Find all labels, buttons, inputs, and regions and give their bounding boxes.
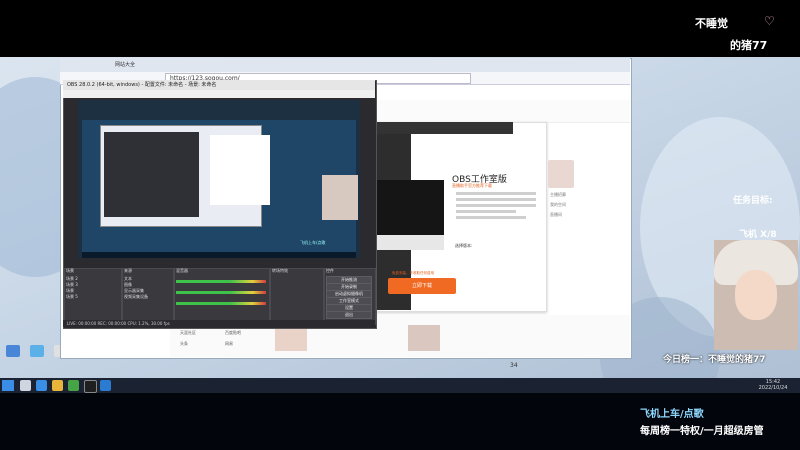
clock-date: 2022/10/24 <box>758 385 788 391</box>
source-item[interactable]: 图像 <box>124 282 132 287</box>
audio-meter <box>176 302 266 305</box>
bottom-caption: 飞机上车/点歌 <box>640 409 704 420</box>
text-line <box>456 210 516 213</box>
obs-title-bar: OBS 28.0.2 (64-bit, windows) - 配置文件: 未命名… <box>63 80 375 90</box>
scenes-header: 场景 <box>66 268 74 273</box>
side-link[interactable]: 主播招募 <box>550 192 566 198</box>
bottom-caption: 每周榜一特权/一月超级房管 <box>640 426 764 437</box>
task-value: 飞机 X/8 <box>739 230 777 240</box>
desktop-icon[interactable] <box>30 345 44 357</box>
windows-start-icon[interactable] <box>2 380 14 391</box>
bottom-link[interactable]: 网易 <box>225 341 233 347</box>
bottom-link[interactable]: 天涯社区 <box>180 330 196 336</box>
nested-dialog <box>210 135 270 205</box>
mixer-dock <box>174 268 270 325</box>
source-item[interactable]: 文本 <box>124 276 132 281</box>
source-item[interactable]: 视频采集设备 <box>124 294 148 299</box>
text-line <box>456 192 536 195</box>
side-number: 34 <box>510 362 518 369</box>
audio-meter <box>176 280 266 283</box>
text-line <box>456 198 536 201</box>
transitions-header: 转场特效 <box>272 268 288 273</box>
rank-text: 今日榜一：不睡觉的猪77 <box>663 355 766 365</box>
preview-taskbar <box>82 252 356 258</box>
thumbnail-image[interactable] <box>408 325 440 351</box>
bottom-link[interactable]: 头条 <box>180 341 188 347</box>
exit-button[interactable]: 退出 <box>326 311 372 319</box>
folder-icon[interactable] <box>52 380 63 391</box>
search-icon[interactable] <box>20 380 31 391</box>
bottom-link[interactable]: 百度贴吧 <box>225 330 241 336</box>
source-item[interactable]: 显示器采集 <box>124 288 144 293</box>
sources-header: 来源 <box>124 268 132 273</box>
nested-obs <box>104 132 199 217</box>
scene-item[interactable]: 场景 5 <box>66 294 78 299</box>
dialog-subtitle: 直播助手官方推荐下载 <box>452 183 492 188</box>
app-icon[interactable] <box>68 380 79 391</box>
obs-window-title: OBS 28.0.2 (64-bit, windows) - 配置文件: 未命名… <box>67 82 217 88</box>
stream-title-art: 的猪77 <box>730 39 768 52</box>
obs-status-bar: LIVE: 00:00:00 REC: 00:00:00 CPU: 1.2%, … <box>63 320 375 327</box>
stream-top-bar <box>0 0 800 57</box>
side-link[interactable]: 直播间 <box>550 212 562 218</box>
app-icon[interactable] <box>100 380 111 391</box>
chat-message <box>640 60 800 65</box>
side-link[interactable]: 我的空间 <box>550 202 566 208</box>
status-text: LIVE: 00:00:00 REC: 00:00:00 CPU: 1.2%, … <box>67 321 170 326</box>
mixer-header: 混音器 <box>176 268 188 273</box>
browser-tab-title[interactable]: 网站大全 <box>115 61 135 68</box>
audio-meter <box>176 291 266 294</box>
webcam-face <box>735 270 777 320</box>
heart-icon: ♡ <box>764 14 775 28</box>
dialog-screenshot-toolbar <box>372 235 444 250</box>
dialog-screenshot <box>372 180 444 240</box>
obs-menu-bar[interactable] <box>63 90 375 98</box>
desktop-icon[interactable] <box>6 345 20 357</box>
avatar <box>548 160 574 188</box>
site-header <box>375 100 630 123</box>
obs-icon[interactable] <box>84 380 97 393</box>
install-note: 免费安装，不收取任何费用 <box>392 271 434 275</box>
controls-header: 控件 <box>326 268 334 273</box>
scene-item[interactable]: 场景 2 <box>66 276 78 281</box>
scene-item[interactable]: 场景 3 <box>66 282 78 287</box>
browser-icon[interactable] <box>36 380 47 391</box>
stream-title-art: 不睡觉 <box>695 17 728 30</box>
transitions-dock <box>270 268 324 325</box>
text-line <box>456 216 526 219</box>
nested-camera <box>322 175 358 220</box>
dialog-header <box>373 122 513 134</box>
version-label: 选择版本: <box>455 243 473 248</box>
text-line <box>456 204 536 207</box>
tray-clock: 15:42 2022/10/24 <box>756 379 790 391</box>
preview-caption: 飞机上车/点歌 <box>300 240 326 245</box>
taskbar <box>0 378 800 393</box>
install-button[interactable]: 立即下载 <box>388 278 456 294</box>
scene-item[interactable]: 场景 <box>66 288 74 293</box>
task-label: 任务目标: <box>733 196 773 206</box>
browser-tab-bar: 网站大全 <box>60 58 630 72</box>
